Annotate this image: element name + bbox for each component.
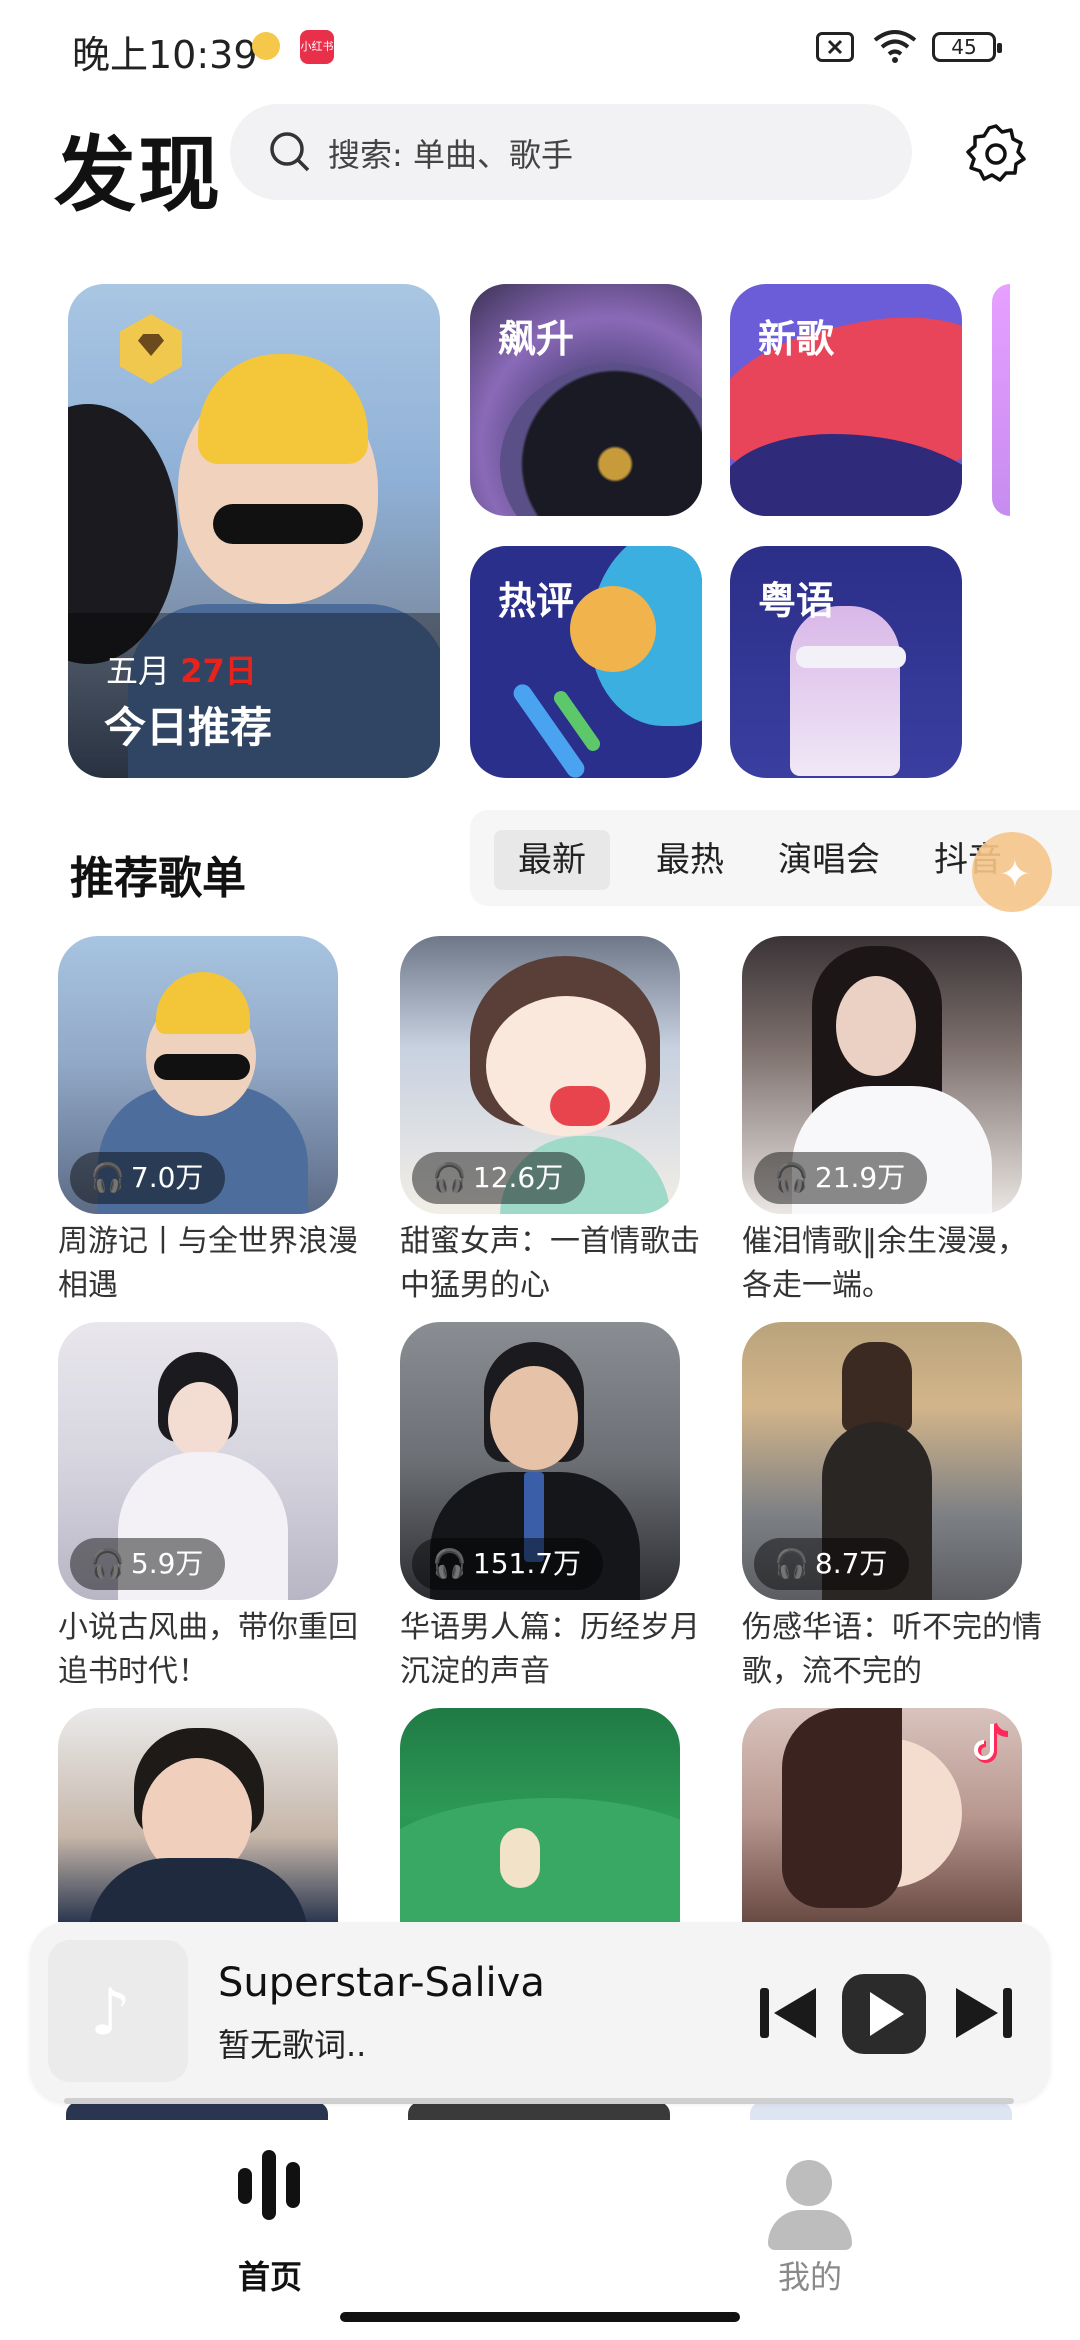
playlist-name: 小说古风曲，带你重回追书时代！	[58, 1610, 358, 1689]
play-count-text: 151.7万	[472, 1547, 582, 1580]
daily-recommend-card[interactable]: 五月 27日 今日推荐	[68, 284, 440, 778]
weather-icon	[252, 32, 280, 60]
chart-card-peek[interactable]	[992, 284, 1010, 516]
now-playing-title: Superstar-Saliva	[218, 1960, 545, 2006]
card-label: 粤语	[758, 579, 835, 623]
playlist-name: 催泪情歌‖余生漫漫，各走一端。	[742, 1224, 1027, 1303]
cover-hat	[198, 354, 368, 464]
play-count: 🎧 151.7万	[412, 1538, 604, 1590]
tab-hottest[interactable]: 最热	[632, 830, 748, 890]
accessibility-icon: ✦	[999, 852, 1031, 896]
play-count-text: 5.9万	[130, 1547, 204, 1580]
headphones-icon: 🎧	[432, 1547, 467, 1580]
date-day: 27日	[180, 652, 257, 690]
headphones-icon: 🎧	[774, 1547, 809, 1580]
card-label: 新歌	[758, 317, 835, 361]
wifi-icon	[873, 30, 917, 63]
play-count-text: 21.9万	[814, 1161, 906, 1194]
playlist-cover-peek	[66, 2102, 328, 2120]
sound-bars-icon	[238, 2150, 302, 2220]
mini-player[interactable]: ♪ Superstar-Saliva 暂无歌词..	[30, 1922, 1050, 2104]
card-label: 飙升	[498, 317, 575, 361]
card-art	[570, 586, 656, 672]
play-count-text: 7.0万	[130, 1161, 204, 1194]
settings-gear-icon[interactable]	[964, 122, 1028, 186]
play-icon	[870, 1992, 904, 2036]
previous-track-icon[interactable]	[756, 1984, 820, 2042]
search-icon	[270, 132, 310, 172]
headphones-icon: 🎧	[90, 1161, 125, 1194]
cover-glasses	[213, 504, 363, 544]
search-bar[interactable]: 搜索: 单曲、歌手	[230, 104, 912, 200]
playlist-name: 伤感华语：听不完的情歌，流不完的	[742, 1610, 1042, 1689]
playlist-cover-peek	[750, 2102, 1012, 2120]
headphones-icon: 🎧	[774, 1161, 809, 1194]
headphones-icon: 🎧	[90, 1547, 125, 1580]
chart-card-new-songs[interactable]: 新歌	[730, 284, 962, 516]
playlist-cover-peek	[408, 2102, 670, 2120]
play-count: 🎧 7.0万	[70, 1152, 226, 1204]
section-title: 推荐歌单	[70, 853, 246, 904]
card-art	[790, 606, 900, 776]
play-count: 🎧 5.9万	[70, 1538, 226, 1590]
status-bar: 晚上10:39 小红书 45	[0, 0, 1080, 96]
play-count: 🎧 12.6万	[412, 1152, 586, 1204]
playlist-name: 甜蜜女声：一首情歌击中猛男的心	[400, 1224, 700, 1303]
now-playing-lyric: 暂无歌词..	[218, 2026, 367, 2064]
playback-progress-bar[interactable]	[64, 2098, 1014, 2104]
daily-recommend-title: 今日推荐	[104, 703, 273, 752]
play-count: 🎧 8.7万	[754, 1538, 910, 1590]
daily-date: 五月 27日	[106, 646, 257, 692]
play-button[interactable]	[842, 1974, 926, 2054]
nav-me-label: 我的	[777, 2258, 842, 2296]
tiktok-icon	[974, 1722, 1009, 1763]
accessibility-float-button[interactable]: ✦	[972, 832, 1052, 912]
music-note-icon: ♪	[90, 1976, 131, 2050]
card-art	[796, 646, 906, 668]
play-count-text: 12.6万	[472, 1161, 564, 1194]
chart-card-cantonese[interactable]: 粤语	[730, 546, 962, 778]
battery-indicator: 45	[932, 32, 1002, 62]
playlist-cover	[58, 1708, 338, 1922]
bottom-nav: 首页 我的	[0, 2120, 1080, 2340]
album-art-placeholder: ♪	[48, 1940, 188, 2082]
nav-home-label: 首页	[237, 2258, 302, 2296]
page-title: 发现	[54, 128, 223, 223]
vip-diamond-icon	[120, 314, 182, 384]
headphones-icon: 🎧	[432, 1161, 467, 1194]
tab-latest[interactable]: 最新	[494, 830, 610, 890]
date-month: 五月	[106, 652, 171, 690]
playlist-name: 华语男人篇：历经岁月沉淀的声音	[400, 1610, 700, 1689]
playlist-cover	[400, 1708, 680, 1922]
chart-card-rising[interactable]: 飙升	[470, 284, 702, 516]
status-time: 晚上10:39	[72, 33, 258, 77]
user-profile-icon	[730, 2132, 890, 2252]
next-track-icon[interactable]	[952, 1984, 1016, 2042]
playlist-name: 周游记丨与全世界浪漫相遇	[58, 1224, 358, 1303]
tab-concert[interactable]: 演唱会	[754, 830, 904, 890]
notification-app-icon: 小红书	[300, 30, 334, 64]
home-gesture-bar[interactable]	[340, 2312, 740, 2322]
search-placeholder: 搜索: 单曲、歌手	[328, 136, 573, 174]
chart-card-hot-comments[interactable]: 热评	[470, 546, 702, 778]
card-label: 热评	[498, 579, 575, 623]
no-sim-icon	[816, 32, 854, 62]
turntable-image	[500, 364, 702, 516]
play-count-text: 8.7万	[814, 1547, 888, 1580]
play-count: 🎧 21.9万	[754, 1152, 928, 1204]
